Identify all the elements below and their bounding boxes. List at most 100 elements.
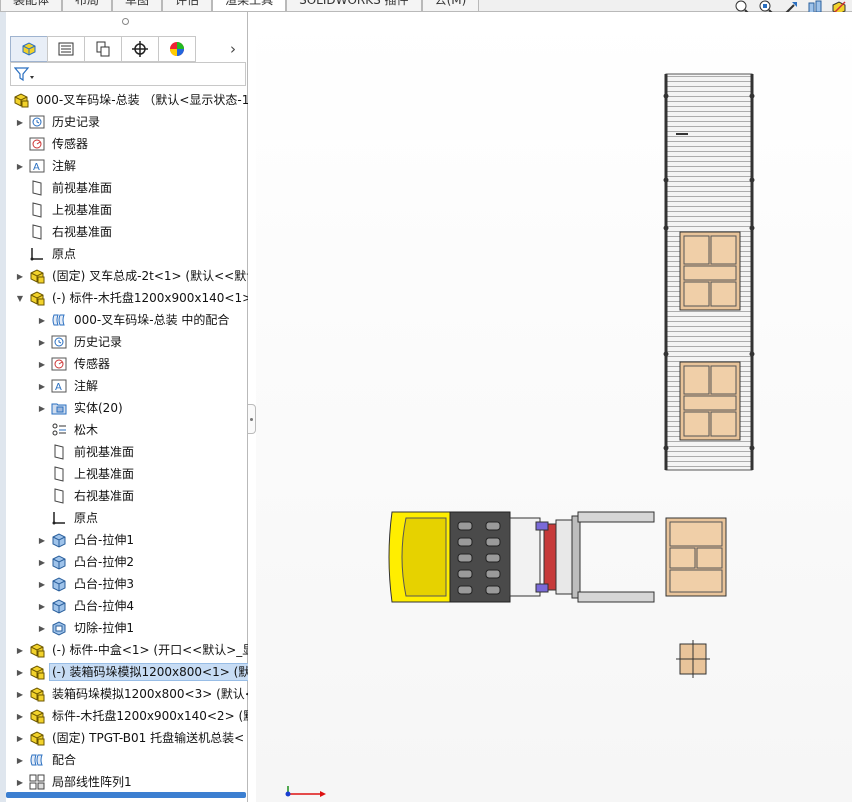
- subassembly-icon: [28, 641, 46, 659]
- expand-arrow-icon[interactable]: ▶: [14, 776, 26, 788]
- tree-node[interactable]: 前视基准面: [6, 441, 248, 463]
- tree-node[interactable]: ▶ 凸台-拉伸2: [6, 551, 248, 573]
- tree-node[interactable]: ▶ 标件-木托盘1200x900x140<2> (默: [6, 705, 248, 727]
- ribbon-tab[interactable]: 草图: [112, 0, 163, 12]
- expand-arrow-icon[interactable]: ▶: [36, 358, 48, 370]
- tree-node-label: (固定) 叉车总成-2t<1> (默认<<默认: [52, 269, 248, 283]
- expand-arrow-icon[interactable]: ▶: [36, 622, 48, 634]
- expand-arrow-icon[interactable]: ▶: [14, 160, 26, 172]
- expand-arrow-icon[interactable]: ▶: [14, 666, 26, 678]
- tree-node-label: 历史记录: [74, 335, 123, 349]
- tree-node[interactable]: ▶ 历史记录: [6, 111, 248, 133]
- tree-node[interactable]: ▼ (-) 标件-木托盘1200x900x140<1>: [6, 287, 248, 309]
- tree-node[interactable]: ▶ 装箱码垛模拟1200x800<3> (默认<: [6, 683, 248, 705]
- plane-icon: [28, 179, 46, 197]
- expand-arrow-icon[interactable]: ▶: [14, 754, 26, 766]
- tree-node[interactable]: ▶ 凸台-拉伸4: [6, 595, 248, 617]
- annotation-icon: A: [50, 377, 68, 395]
- expand-arrow-icon[interactable]: ▶: [36, 534, 48, 546]
- expand-arrow-icon[interactable]: ▶: [14, 710, 26, 722]
- tree-node[interactable]: 右视基准面: [6, 485, 248, 507]
- tree-node[interactable]: 右视基准面: [6, 221, 248, 243]
- expand-arrow-icon[interactable]: ▶: [14, 270, 26, 282]
- single-box[interactable]: [676, 640, 710, 678]
- tree-node[interactable]: ▶ 凸台-拉伸1: [6, 529, 248, 551]
- tree-node-label: 上视基准面: [74, 467, 135, 481]
- feature-manager-panel: › 000-叉车码垛-总装 （默认<显示状态-1> ▶ 历史记录 传感器 ▶ A 注解 前视基…: [6, 12, 248, 802]
- ribbon-tab[interactable]: 布局: [62, 0, 113, 12]
- tree-node-label: 松木: [74, 423, 99, 437]
- tree-node[interactable]: ▶ 历史记录: [6, 331, 248, 353]
- tree-node[interactable]: ▶ (-) 标件-中盒<1> (开口<<默认>_显: [6, 639, 248, 661]
- panel-grip-icon[interactable]: [122, 18, 129, 25]
- ribbon-tab[interactable]: 评估: [162, 0, 213, 12]
- tree-node[interactable]: 传感器: [6, 133, 248, 155]
- display-manager-icon[interactable]: [158, 36, 196, 62]
- expand-arrow-icon[interactable]: ▶: [36, 578, 48, 590]
- tree-node-label: 凸台-拉伸2: [74, 555, 134, 569]
- loaded-pallet[interactable]: [665, 517, 727, 597]
- graphics-area[interactable]: [256, 12, 852, 802]
- tree-node-label: 注解: [52, 159, 77, 173]
- tree-node[interactable]: ▶ 局部线性阵列1: [6, 771, 248, 793]
- extrude-icon: [50, 553, 68, 571]
- tree-node[interactable]: 前视基准面: [6, 177, 248, 199]
- tree-node[interactable]: 上视基准面: [6, 463, 248, 485]
- expand-arrow-icon[interactable]: ▶: [36, 336, 48, 348]
- history-icon: [28, 113, 46, 131]
- tree-horizontal-scrollbar[interactable]: [6, 792, 246, 798]
- tree-node[interactable]: 松木: [6, 419, 248, 441]
- expand-arrow-icon[interactable]: ▶: [14, 688, 26, 700]
- ribbon-tab[interactable]: 装配体: [0, 0, 63, 12]
- panel-splitter-handle[interactable]: [248, 404, 256, 434]
- tree-node[interactable]: ▶ 切除-拉伸1: [6, 617, 248, 639]
- tree-node[interactable]: ▶ 凸台-拉伸3: [6, 573, 248, 595]
- expand-arrow-icon[interactable]: ▶: [36, 600, 48, 612]
- expand-arrow-icon[interactable]: ▶: [14, 732, 26, 744]
- expand-arrow-icon[interactable]: ▶: [36, 314, 48, 326]
- expand-arrow-icon[interactable]: ▶: [36, 380, 48, 392]
- tree-node-label: 传感器: [74, 357, 111, 371]
- tree-node[interactable]: ▶ A 注解: [6, 375, 248, 397]
- expand-arrow-icon[interactable]: ▶: [14, 644, 26, 656]
- tree-node-label: 注解: [74, 379, 99, 393]
- tree-node[interactable]: ▶ (固定) TPGT-B01 托盘输送机总装<: [6, 727, 248, 749]
- ribbon-tab[interactable]: SOLIDWORKS 插件: [286, 0, 422, 12]
- tree-node[interactable]: ▶ 配合: [6, 749, 248, 771]
- tree-node[interactable]: 原点: [6, 243, 248, 265]
- panel-tab-bar: ›: [10, 36, 248, 62]
- filter-icon[interactable]: [14, 66, 36, 82]
- axis-triad-icon: [285, 786, 326, 797]
- tree-node[interactable]: 000-叉车码垛-总装 （默认<显示状态-1>: [6, 89, 248, 111]
- pattern-icon: [28, 773, 46, 791]
- ribbon-tab[interactable]: 渲染工具: [212, 0, 287, 12]
- feature-manager-icon[interactable]: [10, 36, 48, 62]
- command-manager-tabs: 装配体 布局 草图 评估 渲染工具 SOLIDWORKS 插件 公(M): [0, 0, 852, 16]
- tree-node[interactable]: ▶ 实体(20): [6, 397, 248, 419]
- forklift[interactable]: [388, 511, 655, 603]
- tree-node[interactable]: ▶ A 注解: [6, 155, 248, 177]
- tree-filter[interactable]: [10, 62, 246, 86]
- ribbon-tab-strip: 装配体 布局 草图 评估 渲染工具 SOLIDWORKS 插件 公(M): [0, 0, 480, 12]
- more-tabs-chevron-icon[interactable]: ›: [218, 36, 248, 62]
- tree-node[interactable]: ▶ (-) 装箱码垛模拟1200x800<1> (默: [6, 661, 248, 683]
- tree-node-label: 装箱码垛模拟1200x800<3> (默认<: [52, 687, 248, 701]
- box-stack-1[interactable]: [679, 231, 741, 311]
- ribbon-tab[interactable]: 公(M): [421, 0, 480, 12]
- tree-node-label: 前视基准面: [74, 445, 135, 459]
- tree-node[interactable]: ▶ 000-叉车码垛-总装 中的配合: [6, 309, 248, 331]
- expand-arrow-icon[interactable]: ▶: [14, 116, 26, 128]
- tree-node[interactable]: 原点: [6, 507, 248, 529]
- dimxpert-icon[interactable]: [121, 36, 159, 62]
- collapse-arrow-icon[interactable]: ▼: [14, 292, 26, 304]
- expand-arrow-icon[interactable]: ▶: [36, 556, 48, 568]
- property-manager-icon[interactable]: [47, 36, 85, 62]
- configuration-manager-icon[interactable]: [84, 36, 122, 62]
- tree-node[interactable]: ▶ 传感器: [6, 353, 248, 375]
- expand-arrow-icon[interactable]: ▶: [36, 402, 48, 414]
- box-stack-2[interactable]: [679, 361, 741, 441]
- tree-node[interactable]: 上视基准面: [6, 199, 248, 221]
- tree-node[interactable]: ▶ (固定) 叉车总成-2t<1> (默认<<默认: [6, 265, 248, 287]
